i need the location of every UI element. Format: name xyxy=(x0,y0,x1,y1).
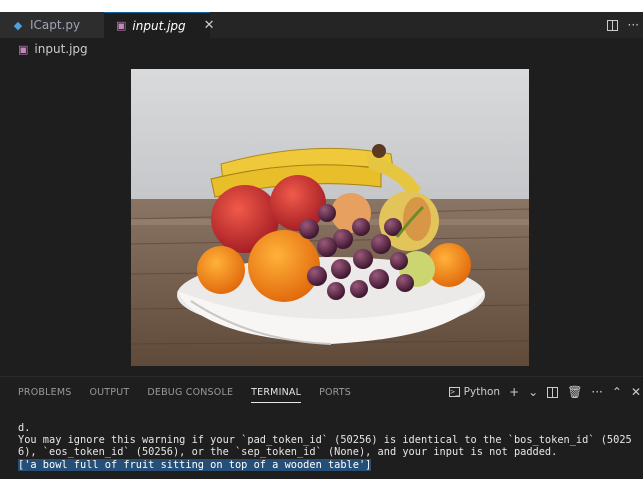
terminal-line: 6), `eos_token_id` (50256), or the `sep_… xyxy=(18,446,558,459)
selected-text: ['a bowl full of fruit sitting on top of… xyxy=(18,458,372,471)
terminal-line: You may ignore this warning if your `pad… xyxy=(18,434,632,447)
tab-ports[interactable]: PORTS xyxy=(319,377,351,407)
tab-problems[interactable]: PROBLEMS xyxy=(18,377,71,407)
terminal-profile-button[interactable]: >_ Python xyxy=(448,386,501,398)
new-terminal-icon[interactable]: + xyxy=(509,385,519,399)
breadcrumb: ▣ input.jpg xyxy=(0,38,643,60)
tab-label: input.jpg xyxy=(132,18,186,33)
terminal-line: d. xyxy=(18,422,31,434)
more-actions-icon[interactable]: ··· xyxy=(628,18,639,32)
terminal-icon: >_ xyxy=(448,387,460,397)
window-top-strip xyxy=(0,0,643,12)
tab-label: ICapt.py xyxy=(30,18,81,32)
editor-tab-bar: ◆ ICapt.py ▣ input.jpg ✕ ··· xyxy=(0,12,643,38)
close-panel-icon[interactable]: ✕ xyxy=(631,385,641,399)
python-file-icon: ◆ xyxy=(13,18,23,32)
terminal-output[interactable]: d. You may ignore this warning if your `p… xyxy=(18,422,643,471)
trash-icon[interactable]: 🗑 xyxy=(567,385,582,399)
tab-icapt-py[interactable]: ◆ ICapt.py xyxy=(0,12,104,38)
editor-actions: ··· xyxy=(606,12,643,38)
terminal-result-line: ['a bowl full of fruit sitting on top of… xyxy=(18,458,643,471)
tab-terminal[interactable]: TERMINAL xyxy=(251,377,301,407)
bottom-panel: PROBLEMS OUTPUT DEBUG CONSOLE TERMINAL P… xyxy=(0,376,643,479)
tab-input-jpg[interactable]: ▣ input.jpg ✕ xyxy=(104,12,215,38)
panel-actions: >_ Python + ⌄ 🗑 ··· ⌃ ✕ xyxy=(448,377,643,407)
tab-output[interactable]: OUTPUT xyxy=(89,377,129,407)
panel-tab-strip: PROBLEMS OUTPUT DEBUG CONSOLE TERMINAL P… xyxy=(0,377,369,407)
image-file-icon: ▣ xyxy=(18,42,29,56)
chevron-down-icon[interactable]: ⌄ xyxy=(528,385,538,399)
fruit-bowl-photo xyxy=(131,69,529,366)
split-terminal-icon[interactable] xyxy=(547,386,559,398)
split-editor-icon[interactable] xyxy=(606,19,618,31)
image-file-icon: ▣ xyxy=(116,19,127,32)
close-icon[interactable]: ✕ xyxy=(204,18,215,33)
more-actions-icon[interactable]: ··· xyxy=(591,385,602,399)
breadcrumb-label[interactable]: input.jpg xyxy=(34,42,87,56)
terminal-profile-label: Python xyxy=(463,386,501,398)
tab-debug-console[interactable]: DEBUG CONSOLE xyxy=(147,377,233,407)
chevron-up-icon[interactable]: ⌃ xyxy=(612,385,622,399)
image-preview xyxy=(131,69,529,366)
